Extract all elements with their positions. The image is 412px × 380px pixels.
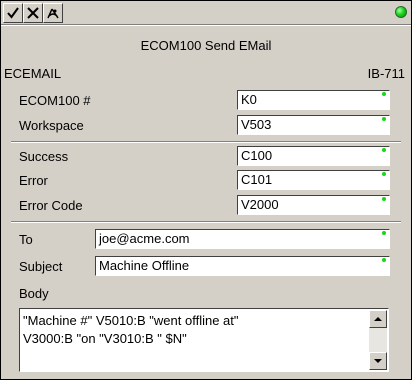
- error-label: Error: [19, 173, 48, 188]
- error-field[interactable]: C101: [237, 170, 390, 190]
- workspace-field[interactable]: V503: [237, 115, 390, 135]
- help-button[interactable]: [43, 3, 63, 23]
- valid-indicator-icon: [382, 197, 386, 201]
- valid-indicator-icon: [382, 92, 386, 96]
- ecom100-send-email-dialog: ECOM100 Send EMail ECEMAIL IB-711 ECOM10…: [0, 0, 412, 380]
- scroll-down-button[interactable]: [369, 352, 387, 370]
- instruction-id: IB-711: [367, 66, 405, 81]
- cancel-x-icon: [27, 7, 39, 19]
- body-label: Body: [19, 286, 49, 301]
- instruction-name: ECEMAIL: [4, 66, 62, 81]
- divider: [1, 24, 411, 26]
- workspace-label: Workspace: [19, 118, 84, 133]
- success-field[interactable]: C100: [237, 146, 390, 166]
- success-label: Success: [19, 149, 69, 164]
- body-scrollbar[interactable]: [369, 310, 387, 370]
- scroll-up-button[interactable]: [369, 310, 387, 328]
- subject-label: Subject: [19, 259, 63, 274]
- ecom100-number-label: ECOM100 #: [19, 93, 91, 108]
- valid-indicator-icon: [382, 148, 386, 152]
- cancel-button[interactable]: [23, 3, 43, 23]
- body-textarea[interactable]: "Machine #" V5010:B "went offline at" V3…: [19, 308, 389, 372]
- body-text: "Machine #" V5010:B "went offline at" V3…: [23, 313, 239, 346]
- valid-indicator-icon: [382, 172, 386, 176]
- to-label: To: [19, 232, 33, 247]
- valid-indicator-icon: [382, 231, 386, 235]
- to-field[interactable]: joe@acme.com: [95, 229, 390, 249]
- arrow-down-icon: [374, 359, 382, 363]
- accept-button[interactable]: [3, 3, 23, 23]
- valid-indicator-icon: [382, 258, 386, 262]
- subject-field[interactable]: Machine Offline: [95, 256, 390, 276]
- help-icon: [47, 8, 59, 19]
- error-code-label: Error Code: [19, 198, 83, 213]
- divider: [11, 221, 401, 223]
- error-code-field[interactable]: V2000: [237, 195, 390, 215]
- status-indicator-icon: [395, 6, 407, 18]
- ecom100-number-field[interactable]: K0: [237, 90, 390, 110]
- toolbar: [3, 3, 63, 23]
- divider: [11, 141, 401, 143]
- arrow-up-icon: [374, 317, 382, 321]
- check-icon: [7, 7, 19, 19]
- valid-indicator-icon: [382, 117, 386, 121]
- dialog-title: ECOM100 Send EMail: [140, 38, 272, 53]
